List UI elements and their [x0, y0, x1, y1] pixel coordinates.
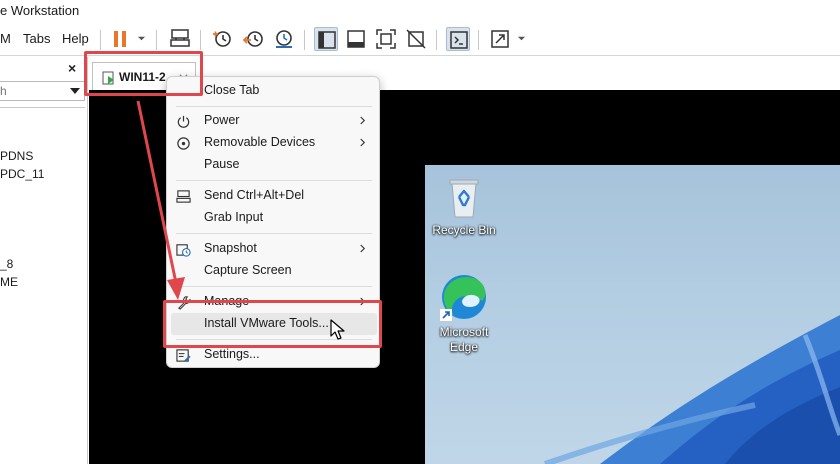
menu-tabs[interactable]: Tabs	[23, 31, 50, 46]
library-layout-icon	[318, 31, 336, 49]
menu-item-label: Pause	[204, 157, 240, 171]
thumbnail-bar-icon	[347, 30, 365, 48]
library-search-input[interactable]	[0, 82, 60, 100]
settings-icon	[176, 348, 191, 363]
chevron-down-icon[interactable]	[517, 34, 526, 43]
power-icon	[176, 114, 191, 129]
menu-item-send-ctrl-alt-del[interactable]: Send Ctrl+Alt+Del	[167, 185, 379, 207]
menu-separator	[176, 233, 372, 234]
mouse-cursor-icon	[330, 319, 345, 340]
full-screen-icon	[376, 29, 396, 49]
toolbar-separator	[478, 30, 479, 50]
title-bar: e Workstation	[0, 0, 840, 22]
pause-button[interactable]	[108, 27, 132, 51]
menu-item-label: Close Tab	[204, 83, 260, 97]
chevron-down-icon[interactable]	[137, 34, 146, 43]
menu-separator	[176, 180, 372, 181]
revert-snapshot-button[interactable]	[242, 27, 266, 51]
take-snapshot-button[interactable]	[210, 27, 234, 51]
menu-item-label: Snapshot	[204, 241, 257, 255]
menu-item-removable-devices[interactable]: Removable Devices	[167, 132, 379, 154]
desktop-icon-edge[interactable]: Microsoft Edge	[425, 271, 503, 355]
removable-devices-icon	[176, 136, 191, 151]
annotation-highlight-menu-item	[163, 300, 382, 348]
annotation-highlight-tab	[84, 51, 203, 96]
unity-button[interactable]	[404, 27, 428, 51]
chevron-right-icon	[360, 244, 366, 253]
menu-item-capture-screen[interactable]: Capture Screen	[167, 260, 379, 282]
menu-item-label: Capture Screen	[204, 263, 292, 277]
full-screen-button[interactable]	[374, 27, 398, 51]
tree-item[interactable]: ME	[0, 275, 18, 289]
show-library-button[interactable]	[314, 27, 338, 51]
tree-item[interactable]: _8	[0, 257, 13, 271]
close-library-icon[interactable]: ×	[68, 60, 76, 76]
console-icon	[450, 31, 468, 49]
toolbar-separator	[156, 30, 157, 50]
stretch-icon	[491, 30, 509, 48]
menu-item-label: Settings...	[204, 347, 260, 361]
menu-item-label: Send Ctrl+Alt+Del	[204, 188, 305, 202]
tree-item[interactable]: PDC_11	[0, 167, 44, 181]
tree-item[interactable]: PDNS	[0, 149, 33, 163]
desktop-icon-label: Microsoft	[439, 325, 489, 339]
desktop-icon-label: Recycle Bin	[432, 223, 496, 237]
toolbar-separator	[436, 30, 437, 50]
snapshot-clock-icon	[213, 31, 231, 47]
snapshot-manager-icon	[276, 30, 292, 48]
menu-item-label: Removable Devices	[204, 135, 316, 149]
toolbar-separator	[200, 30, 201, 50]
snapshot-manager-button[interactable]	[272, 27, 296, 51]
library-search[interactable]	[0, 81, 85, 101]
send-ctrl-alt-del-button[interactable]	[168, 27, 192, 51]
keyboard-icon	[176, 189, 191, 204]
console-view-button[interactable]	[446, 27, 470, 51]
desktop-icon-label: Edge	[449, 340, 479, 354]
revert-snapshot-icon	[242, 31, 263, 47]
menu-item-label: Grab Input	[204, 210, 264, 224]
menu-item-label: Power	[204, 113, 240, 127]
window-title: e Workstation	[0, 3, 80, 18]
menu-item-power[interactable]: Power	[167, 110, 379, 132]
toolbar-separator	[100, 30, 101, 50]
chevron-right-icon	[360, 138, 366, 147]
menu-separator	[176, 286, 372, 287]
library-tree: PDNS PDC_11 _8 ME	[0, 107, 85, 463]
desktop-icon-recycle-bin[interactable]: Recycle Bin	[425, 175, 503, 238]
edge-icon	[440, 275, 486, 321]
chevron-down-icon[interactable]	[70, 88, 80, 94]
snapshot-icon	[176, 242, 191, 257]
menu-help[interactable]: Help	[62, 31, 89, 46]
keyboard-icon	[170, 29, 190, 47]
menu-vm[interactable]: M	[0, 31, 11, 46]
menu-item-grab-input[interactable]: Grab Input	[167, 207, 379, 229]
guest-desktop[interactable]: Recycle Bin Microsoft Edge	[425, 165, 840, 464]
menu-item-pause[interactable]: Pause	[167, 154, 379, 176]
recycle-bin-icon	[449, 179, 479, 218]
stretch-guest-button[interactable]	[488, 27, 512, 51]
menu-item-snapshot[interactable]: Snapshot	[167, 238, 379, 260]
library-panel: × PDNS PDC_11 _8 ME	[0, 57, 88, 464]
menu-separator	[176, 106, 372, 107]
chevron-right-icon	[360, 116, 366, 125]
pause-icon	[114, 31, 126, 47]
toolbar-separator	[304, 30, 305, 50]
show-thumbnail-bar-button[interactable]	[344, 27, 368, 51]
unity-icon	[406, 29, 426, 49]
